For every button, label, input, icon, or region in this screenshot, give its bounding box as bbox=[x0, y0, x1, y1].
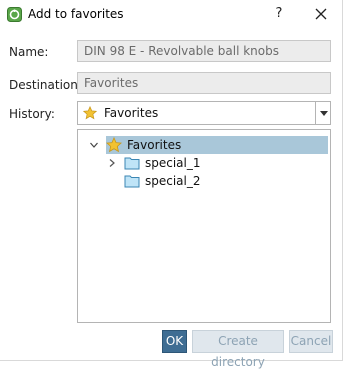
history-dropdown[interactable]: Favorites bbox=[77, 101, 331, 125]
add-to-favorites-dialog: Add to favorites ? Name: DIN 98 E - Revo… bbox=[0, 0, 343, 369]
tree-node-label: Favorites bbox=[127, 138, 182, 152]
collapsed-arrow-icon[interactable] bbox=[108, 159, 116, 167]
tree-node-favorites[interactable]: Favorites bbox=[90, 136, 328, 154]
dialog-title: Add to favorites bbox=[28, 7, 124, 21]
title-bar: Add to favorites ? bbox=[0, 0, 342, 30]
history-selected-value: Favorites bbox=[104, 106, 159, 120]
tree-node-special-2[interactable]: special_2 bbox=[124, 172, 244, 190]
name-label: Name: bbox=[9, 45, 49, 59]
close-icon[interactable] bbox=[312, 5, 330, 23]
history-label: History: bbox=[9, 107, 55, 121]
folder-icon bbox=[124, 157, 140, 170]
tree-node-label: special_1 bbox=[145, 156, 201, 170]
destination-label: Destination: bbox=[9, 78, 82, 92]
folder-icon bbox=[124, 175, 140, 188]
tree-node-special-1[interactable]: special_1 bbox=[109, 154, 244, 172]
ok-button[interactable]: OK bbox=[162, 330, 187, 353]
tree-node-label: special_2 bbox=[145, 174, 201, 188]
cancel-button[interactable]: Cancel bbox=[289, 330, 333, 353]
create-directory-button[interactable]: Create directory bbox=[192, 330, 284, 369]
chevron-down-icon[interactable] bbox=[320, 111, 328, 116]
star-icon bbox=[83, 106, 97, 120]
app-icon bbox=[7, 7, 22, 22]
dropdown-separator bbox=[315, 102, 316, 124]
help-button[interactable]: ? bbox=[270, 4, 288, 24]
destination-field: Favorites bbox=[77, 72, 331, 94]
star-icon bbox=[106, 137, 122, 153]
favorites-tree[interactable]: Favorites special_1 special_2 bbox=[77, 129, 331, 323]
name-field: DIN 98 E - Revolvable ball knobs bbox=[77, 40, 331, 62]
expanded-arrow-icon[interactable] bbox=[90, 141, 98, 149]
